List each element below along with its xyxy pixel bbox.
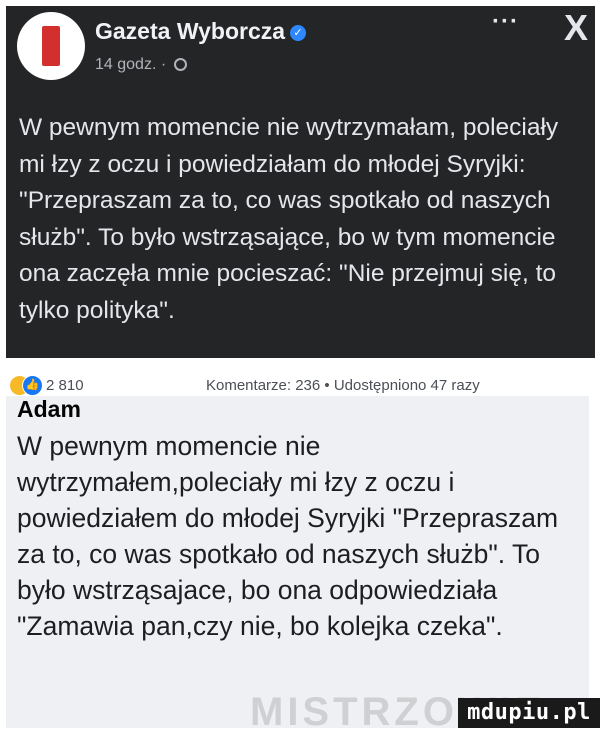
page-name[interactable]: Gazeta Wyborcza ✓ <box>95 18 307 45</box>
post-meta: 14 godz. · <box>95 56 187 74</box>
reaction-count[interactable]: 2 810 <box>46 377 84 394</box>
page-avatar[interactable] <box>17 12 85 80</box>
like-reaction-icon: 👍 <box>22 375 43 396</box>
site-watermark: mdupiu.pl <box>458 698 600 728</box>
facebook-post: Gazeta Wyborcza ✓ 14 godz. · ··· X W pewn… <box>6 6 595 358</box>
more-options-button[interactable]: ··· <box>492 8 519 36</box>
comments-shares-summary[interactable]: Komentarze: 236 • Udostępniono 47 razy <box>206 377 480 394</box>
close-button[interactable]: X <box>564 10 588 46</box>
comment-author[interactable]: Adam <box>17 396 81 423</box>
verified-check-icon: ✓ <box>290 24 307 41</box>
page-name-label[interactable]: Gazeta Wyborcza <box>95 18 285 44</box>
post-time[interactable]: 14 godz. · <box>95 56 166 73</box>
gazeta-logo-icon <box>42 26 60 66</box>
post-text: W pewnym momencie nie wytrzymałam, polec… <box>19 114 559 324</box>
comment: Adam W pewnym momencie nie wytrzymałem,p… <box>6 396 589 728</box>
globe-icon <box>173 58 187 72</box>
comment-text: W pewnym momencie nie wytrzymałem,poleci… <box>17 431 559 641</box>
